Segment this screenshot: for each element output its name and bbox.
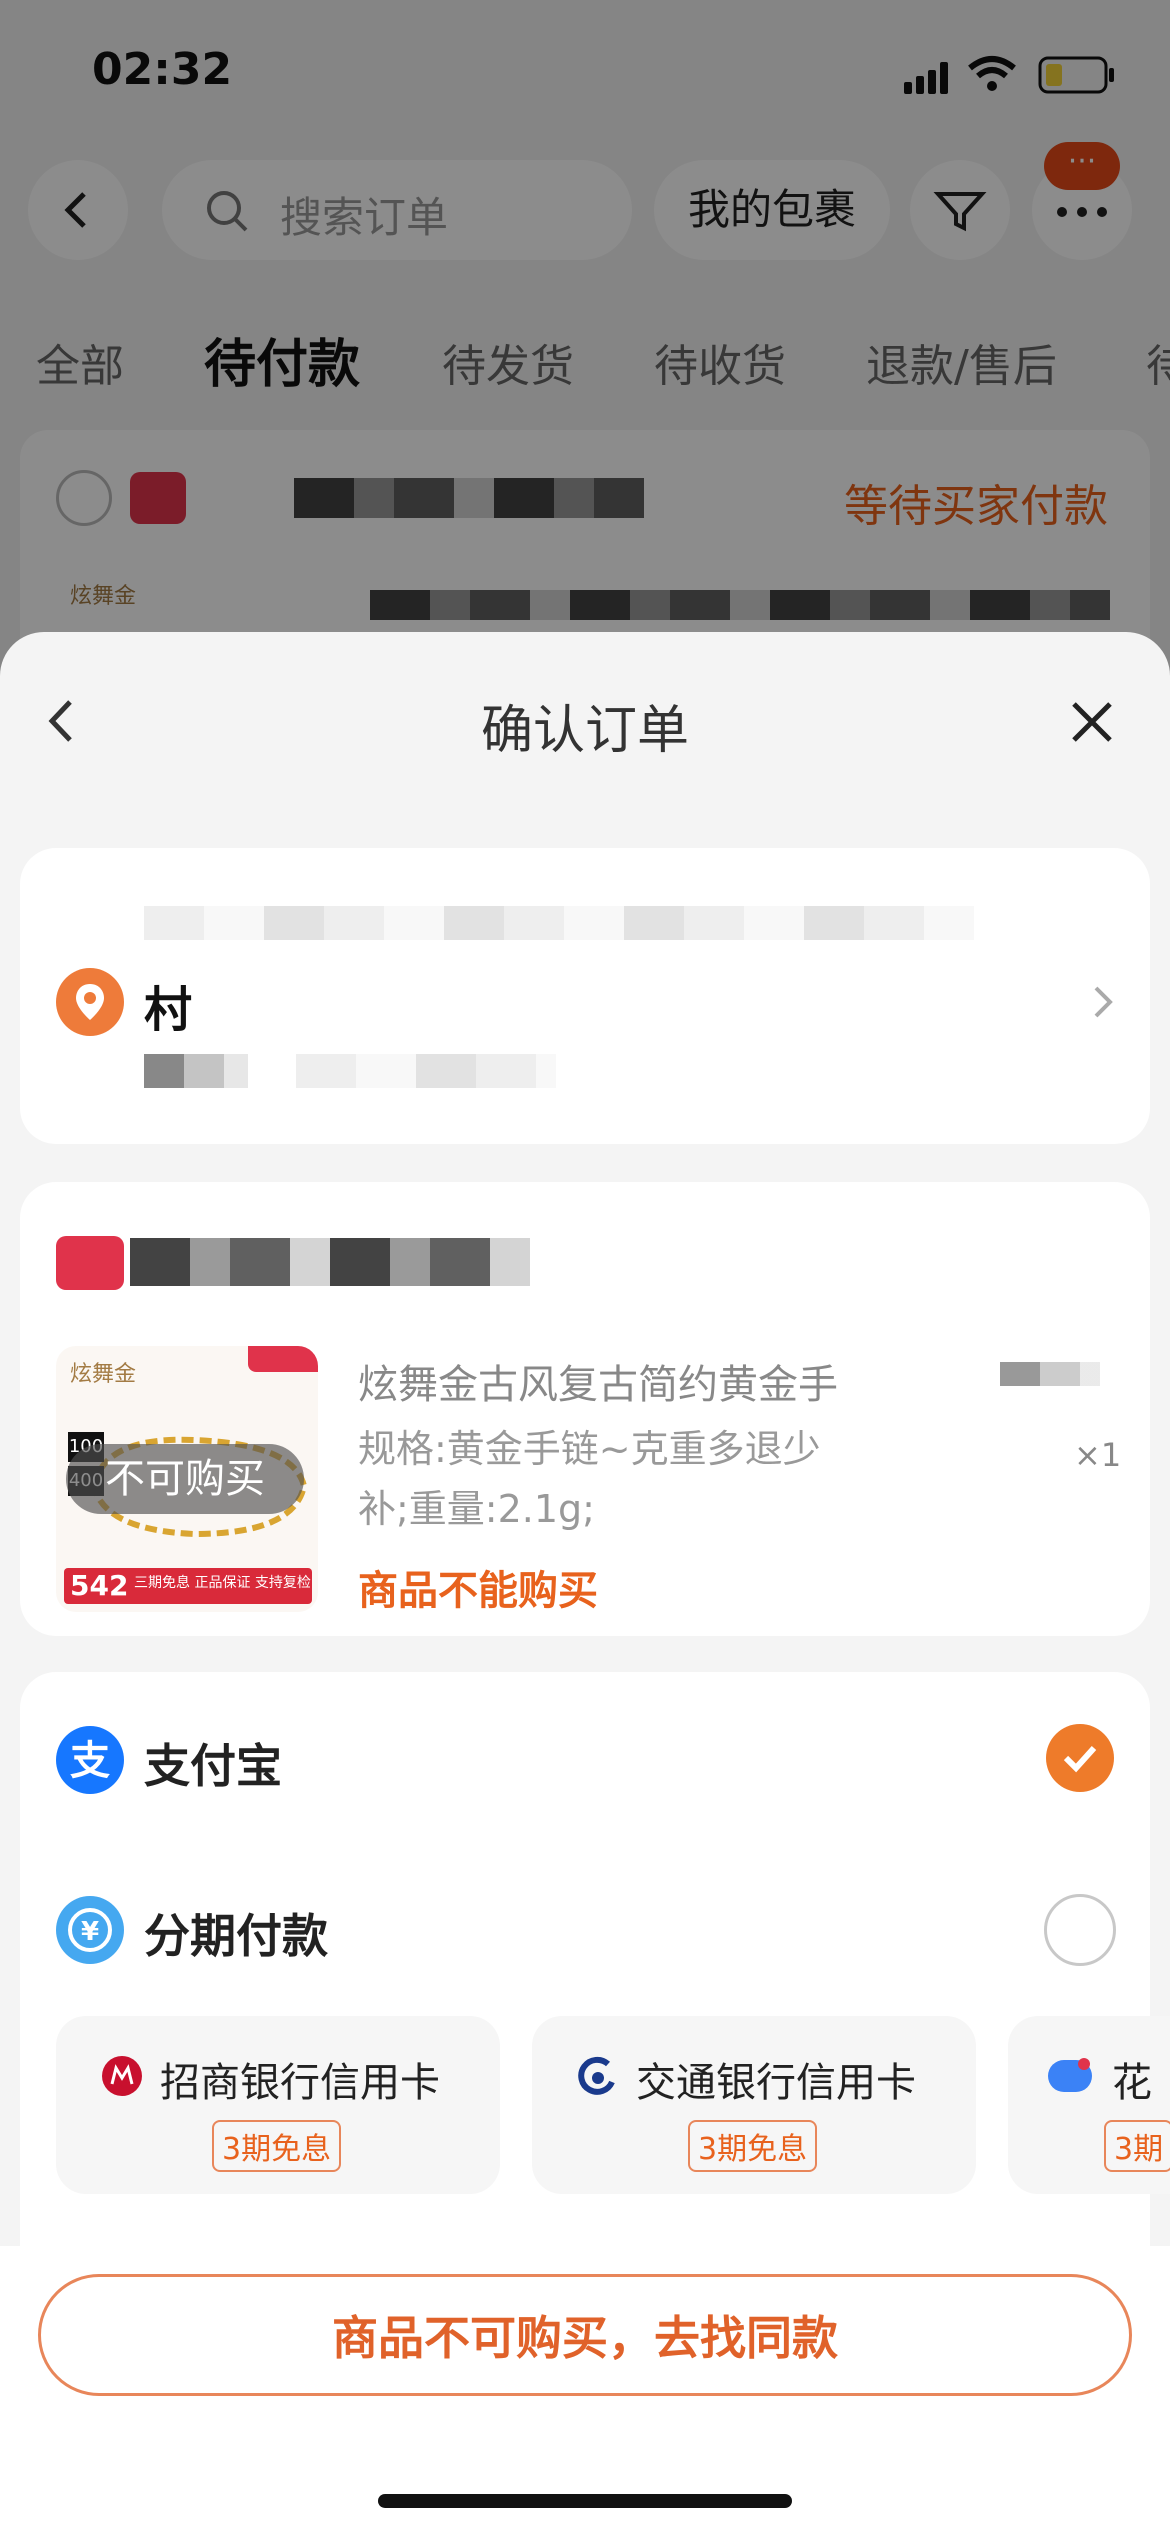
huabei-icon xyxy=(1048,2058,1092,2092)
location-icon xyxy=(54,966,126,1042)
shop-logo xyxy=(56,1236,124,1290)
close-icon xyxy=(1072,702,1112,742)
bank-name: 招商银行信用卡 xyxy=(160,2060,440,2106)
find-similar-button[interactable]: 商品不可购买，去找同款 xyxy=(38,2274,1132,2396)
image-brand: 炫舞金 xyxy=(70,1362,137,1387)
bank-option-huabei[interactable]: 花 3期 xyxy=(1008,2016,1170,2194)
svg-text:支: 支 xyxy=(70,1738,110,1784)
bank-name: 交通银行信用卡 xyxy=(636,2060,916,2106)
price-redacted xyxy=(1000,1362,1100,1386)
image-banner: 三期免息 正品保证 支持复检 xyxy=(134,1575,311,1591)
home-indicator xyxy=(378,2494,792,2508)
check-icon xyxy=(1046,1724,1114,1792)
unavailable-overlay: 不可购买 xyxy=(66,1444,304,1514)
bank-name: 花 xyxy=(1112,2060,1152,2106)
bank-tag: 3期免息 xyxy=(212,2120,342,2172)
installment-radio[interactable] xyxy=(1044,1894,1116,1966)
image-price: 542 xyxy=(70,1569,129,1602)
alipay-selected-check[interactable] xyxy=(1044,1722,1116,1798)
bank-option-bocom[interactable]: 交通银行信用卡 3期免息 xyxy=(532,2016,976,2194)
alipay-icon: 支 xyxy=(54,1724,126,1800)
product-warning: 商品不能购买 xyxy=(358,1568,598,1614)
phone-redacted xyxy=(144,1054,248,1088)
alipay-label: 支付宝 xyxy=(144,1739,282,1793)
bank-tag: 3期 xyxy=(1104,2120,1170,2172)
product-spec-line2: 补;重量:2.1g; xyxy=(358,1487,595,1531)
product-quantity: ×1 xyxy=(1074,1436,1122,1474)
image-price-bar: 542 三期免息 正品保证 支持复检 xyxy=(64,1568,312,1604)
bocom-bank-icon xyxy=(578,2056,615,2095)
product-title: 炫舞金古风复古简约黄金手 xyxy=(358,1362,838,1408)
chevron-right-icon xyxy=(1086,980,1120,1028)
product-image[interactable]: 炫舞金 100 400 不可购买 542 三期免息 正品保证 支持复检 xyxy=(56,1346,318,1612)
bank-option-cmb[interactable]: 招商银行信用卡 3期免息 xyxy=(56,2016,500,2194)
recipient-name: 村 xyxy=(144,982,193,1038)
svg-text:¥: ¥ xyxy=(81,1917,99,1947)
product-spec-line1: 规格:黄金手链~克重多退少 xyxy=(358,1427,821,1471)
bank-tag: 3期免息 xyxy=(688,2120,818,2172)
image-corner-badge xyxy=(248,1346,318,1372)
cmb-bank-icon xyxy=(102,2056,142,2096)
shop-name-redacted xyxy=(130,1238,530,1286)
sheet-title: 确认订单 xyxy=(480,701,689,761)
installment-icon: ¥ xyxy=(54,1894,126,1970)
address-detail-redacted xyxy=(296,1054,556,1088)
installment-label: 分期付款 xyxy=(144,1909,328,1963)
close-button[interactable] xyxy=(1064,694,1120,754)
address-line-redacted xyxy=(144,906,974,940)
